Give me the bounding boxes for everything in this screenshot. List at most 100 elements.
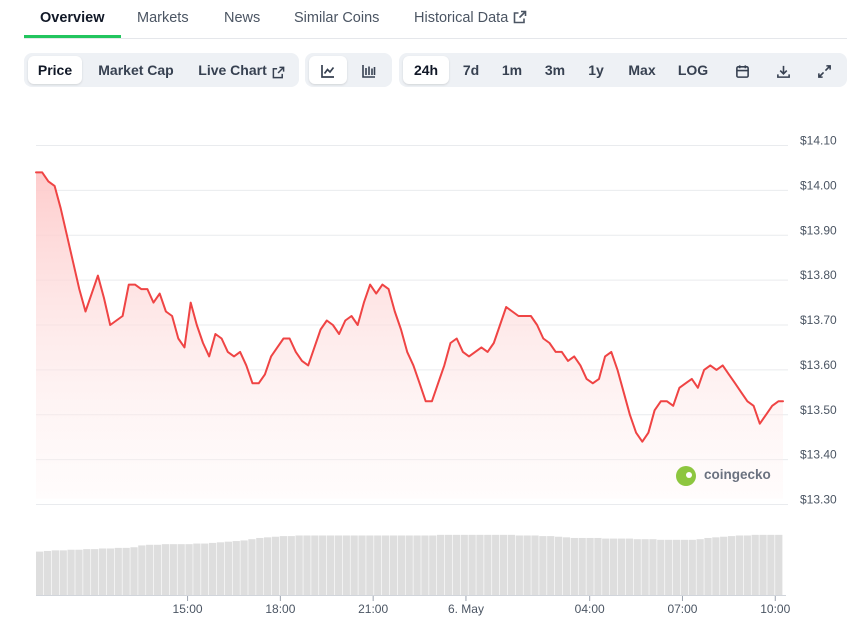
candlestick-chart-button[interactable] — [350, 56, 388, 84]
volume-bar — [649, 539, 657, 595]
volume-bar — [185, 544, 193, 595]
volume-bar — [256, 537, 264, 595]
volume-bar — [279, 536, 288, 595]
volume-bar — [696, 539, 704, 595]
external-link-icon — [272, 66, 285, 79]
volume-bar — [641, 539, 649, 595]
tab-news[interactable]: News — [224, 10, 260, 26]
volume-bar — [775, 534, 783, 595]
range-24h-button[interactable]: 24h — [403, 56, 449, 84]
fullscreen-button[interactable] — [807, 56, 841, 84]
volume-bar — [586, 537, 594, 595]
calendar-icon — [735, 65, 749, 78]
live-chart-button[interactable]: Live Chart — [190, 56, 293, 84]
volume-bar — [578, 537, 586, 595]
x-tick-label: 07:00 — [667, 602, 697, 616]
watermark-text: coingecko — [704, 467, 771, 482]
x-tick-label: 04:00 — [575, 602, 605, 616]
volume-bar — [743, 535, 751, 595]
volume-bar — [492, 534, 500, 595]
download-icon — [776, 65, 790, 78]
volume-bar — [468, 534, 476, 595]
range-7d-button[interactable]: 7d — [452, 56, 490, 84]
y-tick-label: $13.90 — [800, 223, 837, 237]
volume-bar — [374, 535, 382, 595]
volume-bar — [114, 547, 122, 595]
data-type-toggle: Price Market Cap Live Chart — [24, 53, 299, 87]
live-chart-label: Live Chart — [198, 62, 267, 78]
log-scale-button[interactable]: LOG — [671, 56, 715, 84]
volume-bar — [452, 534, 461, 595]
y-tick-label: $13.30 — [800, 493, 837, 507]
x-tick-label: 6. May — [448, 602, 484, 616]
y-tick-label: $13.40 — [800, 448, 837, 462]
tab-similar-coins[interactable]: Similar Coins — [294, 10, 379, 26]
tab-overview[interactable]: Overview — [40, 10, 105, 26]
volume-bar — [358, 535, 366, 595]
y-tick-label: $13.70 — [800, 313, 837, 327]
volume-bar — [366, 535, 374, 595]
volume-bar — [562, 537, 571, 595]
tab-historical-data[interactable]: Historical Data — [414, 10, 527, 26]
volume-bar — [177, 544, 185, 595]
y-tick-label: $13.50 — [800, 403, 837, 417]
tab-historical-data-label: Historical Data — [414, 10, 509, 26]
volume-bar — [688, 539, 696, 595]
volume-bar — [303, 535, 311, 595]
volume-bar — [98, 548, 107, 595]
range-3m-button[interactable]: 3m — [535, 56, 575, 84]
volume-bar — [146, 544, 154, 595]
volume-bar — [36, 551, 44, 595]
x-tick-label: 21:00 — [358, 602, 388, 616]
tab-markets[interactable]: Markets — [137, 10, 189, 26]
price-area-fill — [36, 172, 783, 499]
volume-bar — [51, 550, 59, 595]
volume-bar — [727, 536, 736, 595]
volume-bar — [397, 535, 405, 595]
volume-bar — [334, 535, 343, 595]
download-button[interactable] — [766, 56, 800, 84]
y-tick-label: $14.10 — [800, 134, 837, 148]
volume-bar — [413, 535, 421, 595]
range-1m-button[interactable]: 1m — [492, 56, 532, 84]
volume-bar — [381, 535, 390, 595]
line-chart-icon — [321, 65, 335, 78]
volume-bar — [421, 535, 429, 595]
volume-bar — [625, 538, 633, 595]
volume-bar — [106, 548, 115, 595]
price-button[interactable]: Price — [28, 56, 82, 84]
section-tabs: Overview Markets News Similar Coins Hist… — [24, 0, 847, 39]
y-tick-label: $14.00 — [800, 178, 837, 192]
volume-bar — [130, 547, 138, 595]
volume-bar — [287, 536, 295, 595]
price-chart[interactable]: $13.30 $13.40 $13.50 $13.60 $13.70 $13.80 $13.… — [0, 100, 847, 626]
volume-bar — [602, 538, 610, 595]
volume-bar — [193, 543, 201, 595]
volume-bar — [232, 541, 240, 595]
volume-bar — [311, 535, 319, 595]
volume-bar — [460, 534, 468, 595]
volume-bar — [751, 534, 759, 595]
volume-bar — [216, 542, 225, 595]
range-1y-button[interactable]: 1y — [578, 56, 614, 84]
volume-bar — [665, 539, 673, 595]
volume-bar — [523, 535, 531, 595]
volume-bar — [248, 539, 256, 595]
volume-bar — [59, 550, 67, 595]
expand-icon — [817, 65, 831, 78]
coingecko-logo-icon — [676, 466, 696, 486]
market-cap-button[interactable]: Market Cap — [86, 56, 186, 84]
date-picker-button[interactable] — [725, 56, 759, 84]
volume-bar — [531, 535, 539, 595]
volume-bar — [672, 539, 681, 595]
volume-bar — [594, 537, 602, 595]
time-range-toggle: 24h 7d 1m 3m 1y Max LOG — [399, 53, 847, 87]
volume-bar — [547, 536, 555, 595]
volume-bar — [507, 534, 516, 595]
y-tick-label: $13.60 — [800, 358, 837, 372]
range-max-button[interactable]: Max — [620, 56, 664, 84]
volume-bar — [271, 536, 280, 595]
line-chart-button[interactable] — [309, 56, 347, 84]
volume-bar — [389, 535, 398, 595]
volume-bar — [680, 539, 689, 595]
